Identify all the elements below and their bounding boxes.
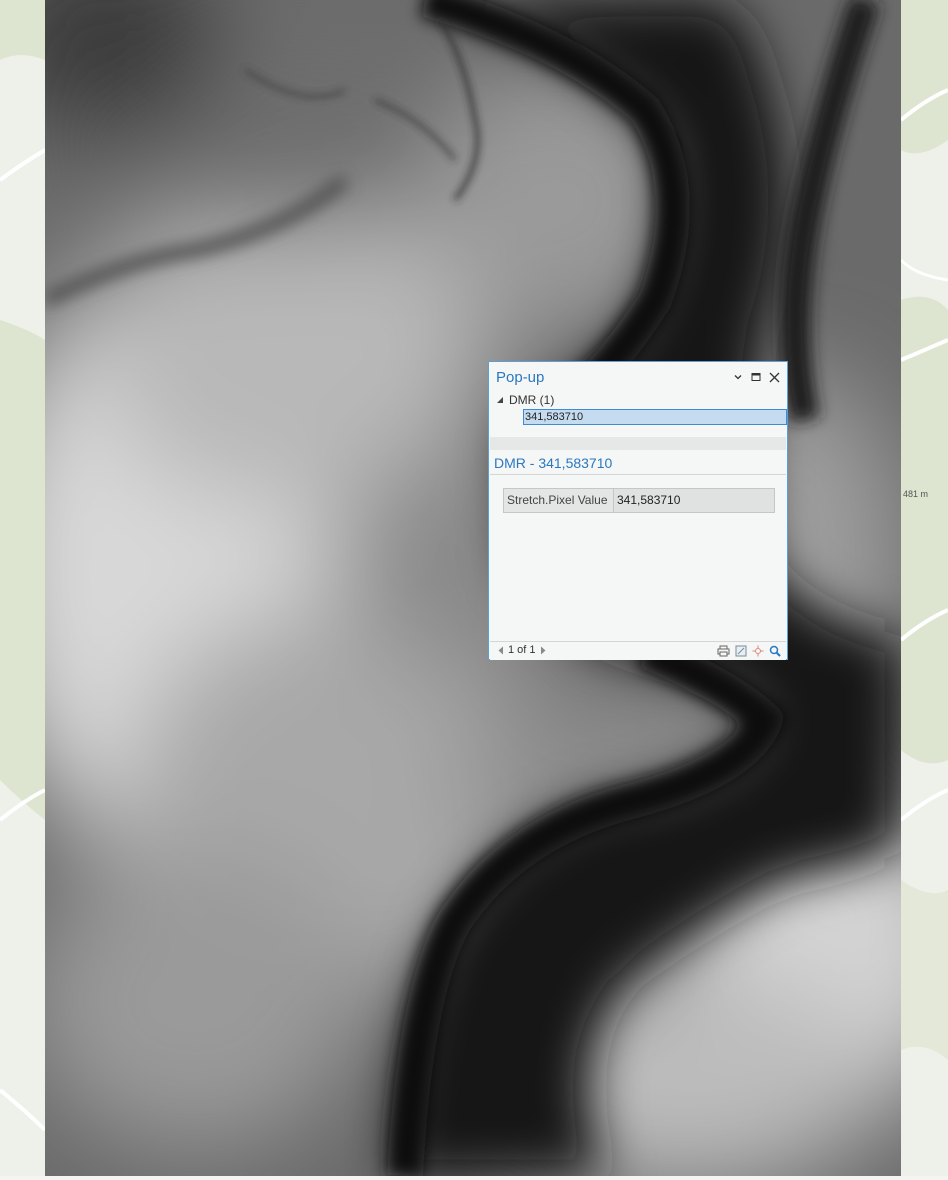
popup-title: Pop-up (496, 369, 545, 386)
popup-pane[interactable]: Pop-up DMR (1) 341,583710 DMR - 341,5837… (488, 361, 788, 660)
zoom-to-icon[interactable] (766, 643, 783, 658)
feature-divider (490, 474, 786, 475)
flash-icon[interactable] (749, 643, 766, 658)
next-arrow-icon[interactable] (540, 646, 546, 655)
close-icon[interactable] (765, 369, 783, 385)
tree-feature-node-selected[interactable]: 341,583710 (523, 409, 787, 425)
feature-title: DMR - 341,583710 (494, 455, 613, 471)
pager-text: 1 of 1 (508, 644, 536, 656)
previous-arrow-icon[interactable] (498, 646, 504, 655)
map-bottom-edge (0, 1176, 948, 1180)
chevron-down-icon[interactable] (729, 369, 747, 385)
scale-bar-label: 481 m (903, 489, 929, 499)
expand-triangle-icon[interactable] (496, 396, 504, 404)
popup-window-controls (729, 369, 783, 385)
map-view[interactable]: 481 m Pop-up DMR (1) 341,583710 DMR - 34… (0, 0, 948, 1180)
popup-footer: 1 of 1 (490, 641, 786, 660)
footer-toolbar (715, 643, 783, 658)
export-icon[interactable] (732, 643, 749, 658)
attribute-table: Stretch.Pixel Value 341,583710 (503, 488, 775, 513)
print-icon[interactable] (715, 643, 732, 658)
pager: 1 of 1 (494, 644, 550, 656)
tree-layer-label: DMR (1) (509, 393, 555, 407)
attribute-value: 341,583710 (617, 493, 681, 507)
attribute-name: Stretch.Pixel Value (504, 489, 614, 512)
maximize-icon[interactable] (747, 369, 765, 385)
tree-layer-node[interactable]: DMR (1) (496, 393, 554, 407)
popup-splitter[interactable] (490, 437, 786, 450)
